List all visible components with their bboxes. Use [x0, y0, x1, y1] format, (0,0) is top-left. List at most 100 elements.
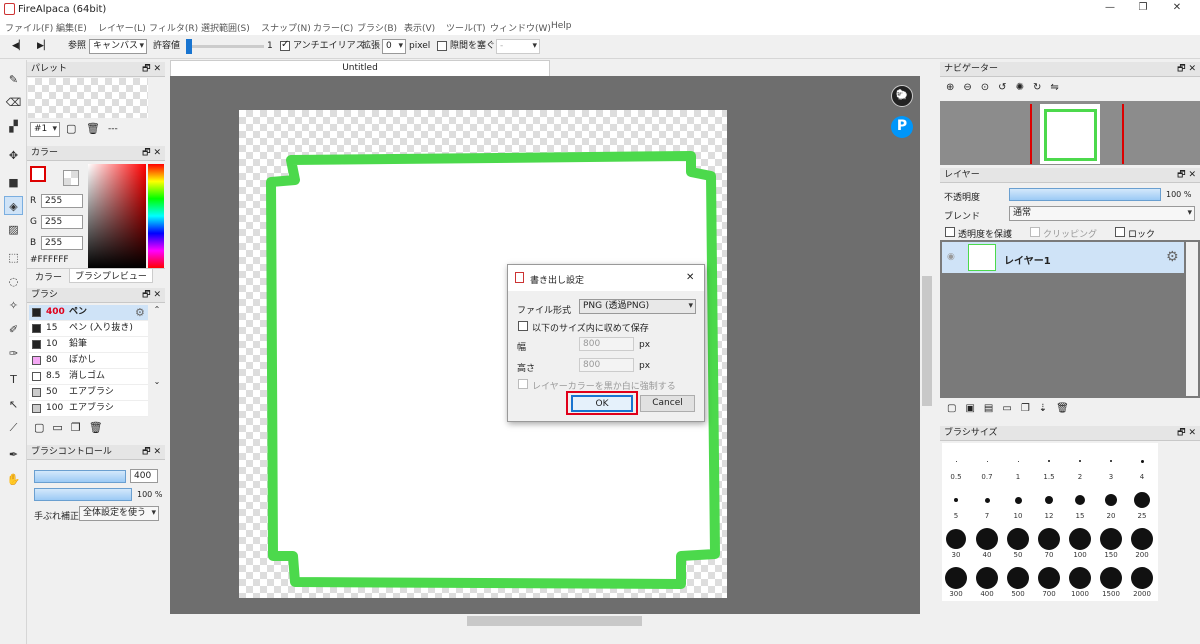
brush-size-dot[interactable]: [1038, 567, 1060, 589]
menu-file[interactable]: ファイル(F): [5, 21, 53, 34]
zoom-in-icon[interactable]: ⊕: [946, 82, 963, 93]
transparent-color-swatch[interactable]: [63, 170, 79, 186]
hand-tool-icon[interactable]: ✋: [4, 470, 23, 489]
new-brush-icon[interactable]: ▢: [34, 421, 52, 434]
brush-size-dot[interactable]: [1100, 528, 1122, 550]
brush-size-dot[interactable]: [976, 567, 998, 589]
dialog-close-icon[interactable]: ✕: [686, 272, 694, 283]
brush-size-dot[interactable]: [1075, 495, 1085, 505]
fit-size-checkbox[interactable]: [518, 321, 528, 331]
tolerance-slider-thumb[interactable]: [186, 39, 192, 54]
lock-checkbox[interactable]: [1115, 227, 1125, 237]
duplicate-layer-icon[interactable]: ❐: [1021, 403, 1039, 414]
brush-item[interactable]: 15 ペン (入り抜き): [29, 321, 148, 337]
brush-size-input[interactable]: 400: [130, 469, 158, 483]
panel-close-icon[interactable]: 🗗 ✕: [142, 445, 161, 459]
rotate-reset-icon[interactable]: ✺: [1016, 82, 1033, 93]
brush-size-dot[interactable]: [1131, 567, 1153, 589]
brush-opacity-slider[interactable]: [34, 488, 132, 501]
tab-color[interactable]: カラー: [35, 270, 62, 283]
prev-icon[interactable]: ◀▏: [12, 39, 26, 53]
brush-size-dot[interactable]: [1140, 459, 1144, 463]
stabilizer-select[interactable]: 全体設定を使う: [79, 506, 159, 521]
brush-size-dot[interactable]: [1131, 528, 1153, 550]
menu-layer[interactable]: レイヤー(L): [98, 21, 146, 34]
brush-size-slider[interactable]: [34, 470, 126, 483]
height-input[interactable]: 800: [579, 358, 634, 372]
pixiv-icon[interactable]: P: [891, 116, 913, 138]
eyedropper-tool-icon[interactable]: ✒: [4, 445, 23, 464]
folder-icon[interactable]: ▭: [52, 421, 70, 434]
flip-icon[interactable]: ⇋: [1050, 82, 1067, 93]
brush-size-dot[interactable]: [1007, 567, 1029, 589]
brush-scroll[interactable]: ⌃ ⌄: [150, 305, 164, 418]
duplicate-brush-icon[interactable]: ❐: [71, 421, 89, 434]
move-tool-icon[interactable]: ✥: [4, 146, 23, 165]
brush-item[interactable]: 50 エアブラシ: [29, 385, 148, 401]
protect-alpha-checkbox[interactable]: [945, 227, 955, 237]
brush-size-dot[interactable]: [1014, 496, 1022, 504]
brush-item[interactable]: 400 ペン ⚙: [29, 305, 148, 321]
panel-close-icon[interactable]: 🗗 ✕: [1177, 168, 1196, 182]
brush-size-dot[interactable]: [1045, 496, 1053, 504]
maximize-button[interactable]: ❐: [1128, 2, 1158, 17]
width-input[interactable]: 800: [579, 337, 634, 351]
delete-brush-icon[interactable]: 🗑: [89, 421, 111, 434]
brush-item[interactable]: 10 鉛筆: [29, 337, 148, 353]
menu-view[interactable]: 表示(V): [404, 21, 435, 34]
menu-snap[interactable]: スナップ(N): [261, 21, 311, 34]
expand-select[interactable]: 0: [382, 39, 406, 54]
canvas-hscroll[interactable]: [170, 614, 934, 628]
brush-size-dot[interactable]: [1100, 567, 1122, 589]
zoom-fit-icon[interactable]: ⊙: [981, 82, 998, 93]
ok-button[interactable]: OK: [571, 395, 633, 412]
menu-window[interactable]: ウィンドウ(W): [490, 21, 551, 34]
brush-size-dot[interactable]: [1110, 460, 1112, 462]
divide-tool-icon[interactable]: ⟋: [4, 418, 23, 437]
folder-icon[interactable]: ▭: [1002, 403, 1020, 414]
navigator-preview[interactable]: [940, 101, 1200, 165]
select-tool-icon[interactable]: ⬚: [4, 248, 23, 267]
menu-filter[interactable]: フィルタ(R): [149, 21, 198, 34]
r-input[interactable]: 255: [41, 194, 83, 208]
tab-untitled[interactable]: Untitled: [170, 60, 550, 76]
menu-tool[interactable]: ツール(T): [446, 21, 486, 34]
palette-swatches[interactable]: [28, 78, 148, 118]
panel-close-icon[interactable]: 🗗 ✕: [142, 62, 161, 76]
lasso-tool-icon[interactable]: ◌: [4, 272, 23, 291]
tolerance-slider[interactable]: [186, 45, 264, 48]
menu-select[interactable]: 選択範囲(S): [201, 21, 250, 34]
rotate-left-icon[interactable]: ↺: [998, 82, 1015, 93]
next-icon[interactable]: ▶▏: [37, 39, 51, 53]
panel-close-icon[interactable]: 🗗 ✕: [1177, 426, 1196, 440]
reference-select[interactable]: キャンバス: [89, 39, 147, 54]
select-pen-icon[interactable]: ✐: [4, 320, 23, 339]
rotate-right-icon[interactable]: ↻: [1033, 82, 1050, 93]
brush-size-dot[interactable]: [1134, 492, 1150, 508]
brush-size-dot[interactable]: [1017, 460, 1019, 462]
operation-tool-icon[interactable]: ↖: [4, 395, 23, 414]
magic-wand-icon[interactable]: ✧: [4, 296, 23, 315]
canvas-vscroll[interactable]: [920, 76, 934, 614]
b-input[interactable]: 255: [41, 236, 83, 250]
brush-size-dot[interactable]: [986, 460, 988, 462]
dot-tool-icon[interactable]: ▞: [4, 117, 23, 136]
layer-opacity-slider[interactable]: [1009, 188, 1161, 201]
delete-palette-icon[interactable]: 🗑: [86, 122, 100, 135]
new-8bit-layer-icon[interactable]: ▣: [965, 403, 983, 414]
brush-item[interactable]: 100 エアブラシ: [29, 401, 148, 417]
antialias-checkbox[interactable]: [280, 39, 290, 51]
brush-size-scroll[interactable]: [1185, 443, 1197, 601]
brush-size-dot[interactable]: [1007, 528, 1029, 550]
brush-size-dot[interactable]: [1038, 528, 1060, 550]
zoom-out-icon[interactable]: ⊖: [963, 82, 980, 93]
force-color-checkbox[interactable]: [518, 379, 528, 389]
delete-layer-icon[interactable]: 🗑: [1056, 403, 1078, 414]
brush-size-dot[interactable]: [976, 528, 998, 550]
brush-size-dot[interactable]: [954, 498, 958, 502]
brush-size-dot[interactable]: [984, 497, 990, 503]
layer-visibility-icon[interactable]: ◉: [947, 252, 955, 262]
brush-size-dot[interactable]: [1079, 460, 1081, 462]
pen-tool-icon[interactable]: ✎: [4, 70, 23, 89]
new-palette-icon[interactable]: ▢: [66, 122, 76, 135]
